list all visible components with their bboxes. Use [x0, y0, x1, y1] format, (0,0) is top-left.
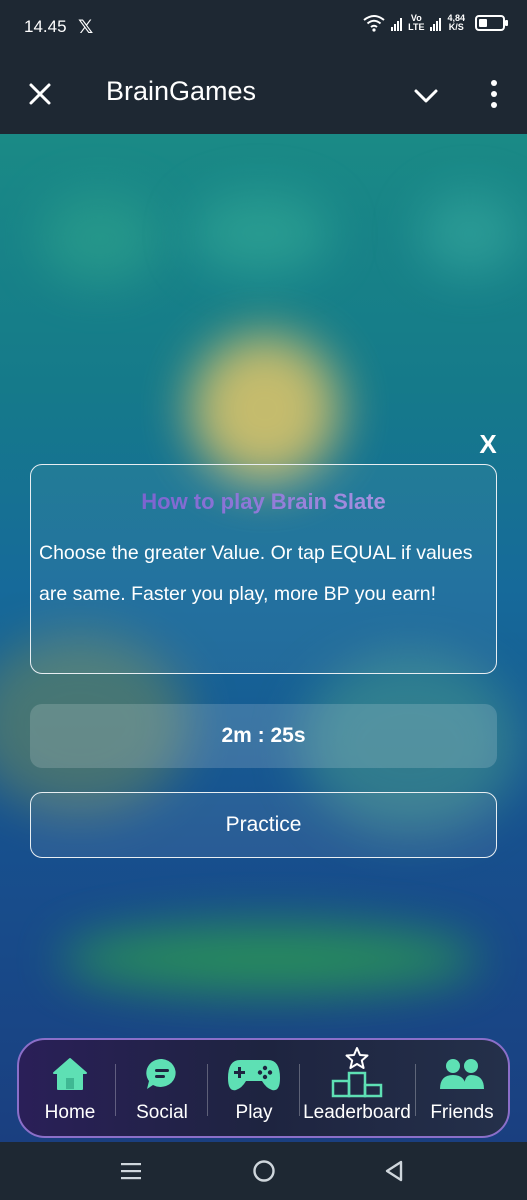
status-time: 14.45	[24, 17, 67, 36]
x-logo-icon: 𝕏	[78, 17, 94, 38]
gamepad-icon	[228, 1060, 280, 1091]
friends-icon	[440, 1059, 484, 1089]
nav-label-leaderboard: Leaderboard	[303, 1102, 411, 1123]
status-icons: Vo LTE 4,84 K/S	[363, 14, 508, 32]
how-to-play-title: How to play Brain Slate	[31, 489, 496, 515]
speed-bottom: K/S	[448, 22, 464, 32]
practice-button[interactable]: Practice	[30, 792, 497, 858]
timer-display: 2m : 25s	[30, 704, 497, 768]
nav-item-leaderboard[interactable]: Leaderboard	[301, 1040, 413, 1136]
wifi-icon	[363, 15, 385, 32]
bottom-nav: Home Social Play Leaderboard Friends	[17, 1038, 510, 1138]
app-bar: BrainGames	[0, 54, 527, 134]
status-bar: 14.45 𝕏 Vo LTE 4,84 K/S	[0, 0, 527, 54]
signal-icon-1	[391, 15, 403, 31]
nav-divider	[115, 1064, 116, 1116]
chevron-down-icon[interactable]	[410, 80, 442, 112]
home-circle-icon[interactable]	[251, 1158, 277, 1184]
podium-icon	[331, 1047, 383, 1098]
nav-item-home[interactable]: Home	[27, 1040, 113, 1136]
nav-item-social[interactable]: Social	[119, 1040, 205, 1136]
nav-divider	[299, 1064, 300, 1116]
system-nav-bar	[0, 1142, 527, 1200]
network-speed: 4,84 K/S	[447, 14, 465, 32]
how-to-play-card: How to play Brain Slate Choose the great…	[30, 464, 497, 674]
nav-label-social: Social	[136, 1102, 188, 1123]
nav-divider	[415, 1064, 416, 1116]
network-type: Vo LTE	[408, 14, 424, 32]
app-title: BrainGames	[106, 76, 257, 106]
network-bottom: LTE	[408, 22, 425, 32]
nav-label-home: Home	[44, 1102, 96, 1123]
chat-bubble-icon	[146, 1058, 176, 1089]
recent-apps-icon[interactable]	[118, 1160, 144, 1182]
nav-item-friends[interactable]: Friends	[417, 1040, 507, 1136]
nav-label-play: Play	[235, 1102, 273, 1123]
nav-item-play[interactable]: Play	[211, 1040, 297, 1136]
dialog-close-button[interactable]: X	[470, 426, 506, 462]
how-to-play-description: Choose the greater Value. Or tap EQUAL i…	[39, 542, 473, 605]
signal-icon-2	[430, 15, 442, 31]
back-icon[interactable]	[382, 1158, 406, 1184]
home-icon	[53, 1058, 87, 1090]
battery-icon	[475, 15, 508, 31]
close-icon[interactable]	[22, 76, 58, 112]
nav-label-friends: Friends	[430, 1102, 494, 1123]
nav-divider	[207, 1064, 208, 1116]
more-vertical-icon[interactable]	[484, 76, 504, 112]
